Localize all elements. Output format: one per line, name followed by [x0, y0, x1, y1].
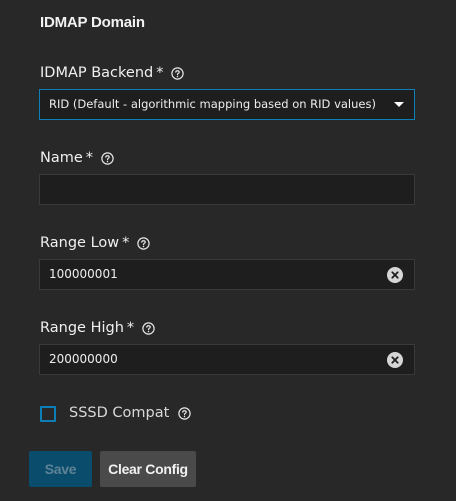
clear-config-button[interactable]: Clear Config [100, 451, 196, 487]
backend-select-value: RID (Default - algorithmic mapping based… [49, 97, 376, 111]
help-icon[interactable] [171, 66, 185, 80]
range-high-input[interactable]: 200000000 [39, 344, 415, 375]
range-low-label-text: Range Low [40, 235, 120, 251]
help-icon[interactable] [137, 236, 151, 250]
chevron-down-icon[interactable] [394, 102, 404, 107]
required-mark: * [85, 150, 94, 166]
range-low-input[interactable]: 100000001 [39, 259, 415, 290]
range-low-input-value: 100000001 [49, 267, 118, 281]
clear-icon[interactable] [387, 267, 403, 283]
backend-label-text: IDMAP Backend [40, 65, 154, 81]
help-icon[interactable] [101, 151, 114, 165]
save-button[interactable]: Save [29, 451, 92, 487]
name-label: Name * [40, 150, 114, 166]
range-high-input-value: 200000000 [49, 352, 118, 366]
range-high-label-text: Range High [40, 320, 124, 336]
sssd-compat-checkbox[interactable] [40, 406, 56, 422]
clear-icon[interactable] [387, 352, 403, 368]
required-mark: * [156, 65, 164, 81]
sssd-compat-label-text[interactable]: SSSD Compat [69, 405, 169, 421]
help-icon[interactable] [178, 406, 191, 420]
backend-select[interactable]: RID (Default - algorithmic mapping based… [39, 89, 415, 120]
name-label-text: Name [40, 150, 83, 166]
help-icon[interactable] [142, 321, 155, 335]
name-input[interactable] [39, 174, 415, 205]
range-low-label: Range Low * [40, 235, 151, 251]
backend-label: IDMAP Backend * [40, 65, 185, 81]
section-title: IDMAP Domain [40, 14, 145, 31]
range-high-label: Range High * [40, 320, 155, 336]
required-mark: * [122, 235, 130, 251]
required-mark: * [126, 320, 135, 336]
sssd-compat-label[interactable]: SSSD Compat [69, 405, 191, 421]
